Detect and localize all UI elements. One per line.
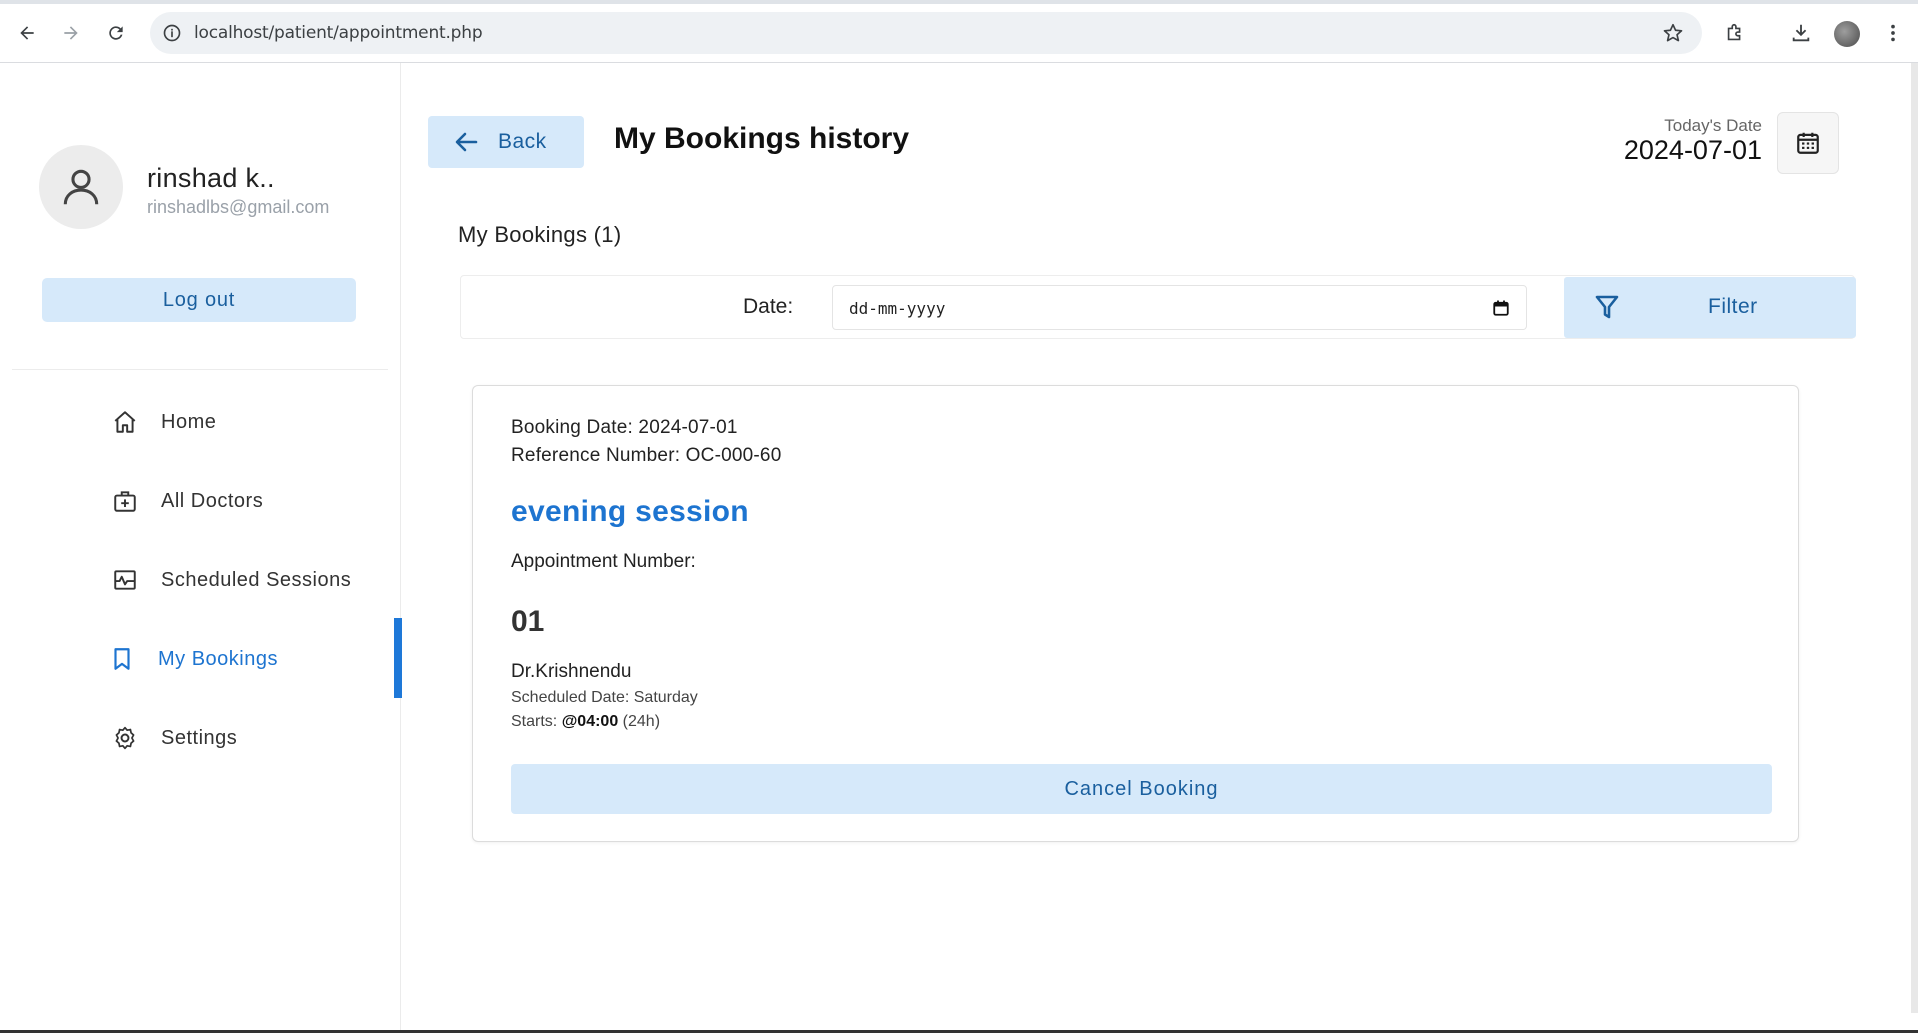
page-title: My Bookings history (614, 122, 910, 155)
sidebar-divider (12, 369, 388, 370)
logout-button[interactable]: Log out (42, 278, 356, 322)
active-indicator (394, 618, 402, 698)
date-filter-input[interactable]: dd-mm-yyyy (832, 285, 1527, 330)
filter-icon (1595, 295, 1619, 319)
browser-reload-button[interactable] (99, 16, 133, 50)
sidebar-item-label: Settings (161, 726, 238, 749)
start-time-suffix: (24h) (622, 713, 661, 730)
url-text: localhost/patient/appointment.php (194, 23, 483, 43)
home-icon (111, 408, 139, 436)
extensions-button[interactable] (1718, 16, 1752, 50)
avatar (39, 145, 123, 229)
start-time-prefix: Starts: (511, 713, 558, 730)
filter-button-label: Filter (1708, 295, 1758, 318)
bookmark-star-icon[interactable] (1662, 22, 1684, 44)
reload-icon (109, 26, 123, 40)
date-input-placeholder: dd-mm-yyyy (849, 299, 946, 318)
sidebar-item-label: My Bookings (158, 647, 278, 670)
appointment-number-label: Appointment Number: (511, 551, 696, 572)
filter-bar: Date: dd-mm-yyyy Filter (460, 275, 1856, 339)
reference-number: Reference Number: OC-000-60 (511, 445, 782, 466)
browser-menu-button[interactable] (1876, 16, 1910, 50)
date-filter-label: Date: (743, 295, 794, 318)
arrow-right-icon (64, 26, 78, 40)
medical-bag-icon (111, 487, 139, 515)
filter-button[interactable]: Filter (1564, 277, 1856, 338)
sidebar-item-settings[interactable]: Settings (0, 708, 401, 768)
site-info-icon[interactable] (162, 23, 182, 43)
doctor-name: Dr.Krishnendu (511, 661, 632, 682)
calendar-icon (1797, 132, 1819, 154)
download-icon (1792, 24, 1810, 42)
browser-profile-avatar[interactable] (1834, 21, 1860, 47)
user-icon (63, 169, 99, 205)
appointment-number: 01 (511, 605, 545, 638)
tab-strip (0, 0, 1918, 4)
booking-card: Booking Date: 2024-07-01 Reference Numbe… (472, 385, 1799, 842)
cancel-booking-button[interactable]: Cancel Booking (511, 764, 1772, 814)
back-button-label: Back (498, 130, 547, 153)
arrow-left-icon (20, 26, 34, 40)
browser-back-button[interactable] (10, 16, 44, 50)
browser-forward-button[interactable] (54, 16, 88, 50)
sidebar-item-all-doctors[interactable]: All Doctors (0, 471, 401, 531)
profile-email: rinshadlbs@gmail.com (147, 197, 330, 217)
schedule-icon (111, 566, 139, 594)
main-content: Back My Bookings history Today's Date 20… (402, 63, 1918, 1033)
start-time: Starts: @04:00 (24h) (511, 713, 660, 731)
profile-name: rinshad k.. (147, 163, 275, 193)
sidebar-item-label: All Doctors (161, 489, 264, 512)
sidebar-item-home[interactable]: Home (0, 392, 401, 452)
calendar-button[interactable] (1777, 112, 1839, 174)
sidebar-item-label: Home (161, 410, 217, 433)
sidebar-item-scheduled-sessions[interactable]: Scheduled Sessions (0, 550, 401, 610)
puzzle-icon (1727, 23, 1741, 41)
more-vertical-icon (1891, 24, 1895, 42)
start-time-value: @04:00 (561, 713, 619, 730)
sidebar-item-my-bookings[interactable]: My Bookings (0, 618, 402, 698)
back-button[interactable]: Back (428, 116, 584, 168)
sidebar: rinshad k.. rinshadlbs@gmail.com Log out… (0, 63, 402, 1033)
booking-date: Booking Date: 2024-07-01 (511, 417, 738, 438)
today-date-label: Today's Date (1664, 116, 1762, 135)
arrow-left-icon (455, 132, 478, 152)
scrollbar-thumb[interactable] (1911, 63, 1918, 1013)
session-title: evening session (511, 495, 749, 528)
today-date-value: 2024-07-01 (1623, 135, 1762, 165)
bookings-count-title: My Bookings (1) (458, 222, 622, 247)
downloads-button[interactable] (1784, 16, 1818, 50)
calendar-picker-icon[interactable] (1492, 299, 1510, 317)
address-bar[interactable]: localhost/patient/appointment.php (150, 12, 1702, 54)
scheduled-date: Scheduled Date: Saturday (511, 689, 698, 706)
gear-icon (111, 724, 139, 752)
app-container: rinshad k.. rinshadlbs@gmail.com Log out… (0, 63, 1918, 1033)
page-scrollbar[interactable] (1911, 63, 1918, 1013)
bookmark-icon (108, 645, 136, 673)
sidebar-item-label: Scheduled Sessions (161, 568, 352, 591)
browser-toolbar: localhost/patient/appointment.php (0, 0, 1918, 63)
